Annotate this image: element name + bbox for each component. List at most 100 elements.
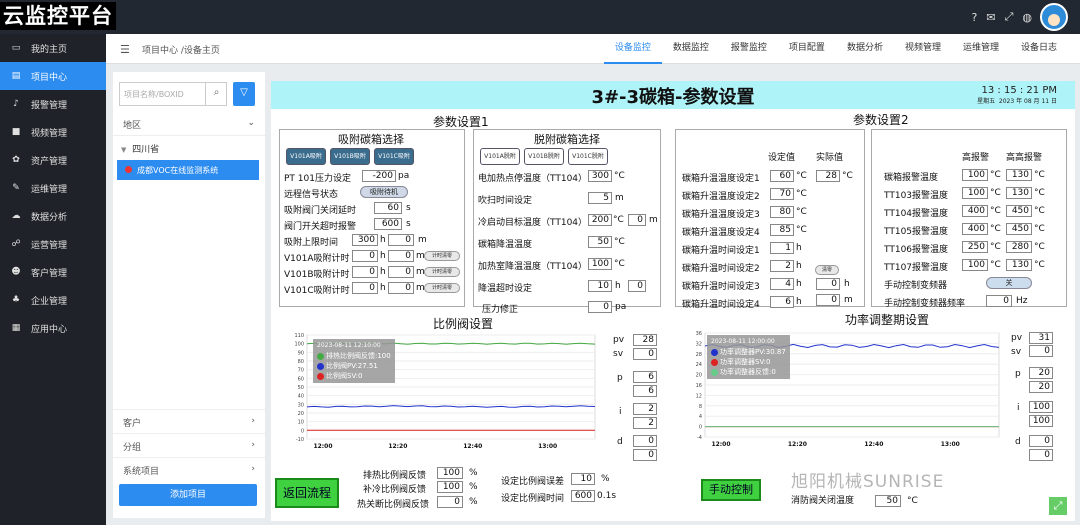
clear-button[interactable]: 清零 (815, 265, 839, 275)
alarm-high-input[interactable]: 100 (962, 169, 988, 181)
power-d-input[interactable]: 0 (1029, 435, 1053, 447)
i-input[interactable]: 2 (633, 403, 657, 415)
alarm-hh-input[interactable]: 130 (1006, 259, 1032, 271)
expand-icon[interactable]: ⤢ (1049, 497, 1067, 515)
timer-clear-button[interactable]: 计时清零 (424, 251, 460, 261)
sidebar-item[interactable]: ▦ 应用中心 (0, 314, 106, 342)
cool-input[interactable]: 200 (588, 214, 612, 226)
help-icon[interactable]: ? (972, 11, 978, 24)
power-i-value: 100 (1029, 415, 1053, 427)
time-input[interactable]: 600 (571, 490, 595, 502)
alarm-high-unit: °C (990, 224, 1001, 234)
sidebar-item[interactable]: ☁ 数据分析 (0, 202, 106, 230)
valve-timeout-input[interactable]: 600 (374, 218, 402, 230)
region-header[interactable]: 地区 ⌄ (113, 112, 265, 136)
limit-h-input[interactable]: 300 (352, 234, 378, 246)
nav-tab[interactable]: 设备监控 (603, 34, 662, 64)
v101c-adsorb-button[interactable]: V101C吸附 (374, 148, 414, 165)
alarm-hh-input[interactable]: 450 (1006, 223, 1032, 235)
pt101-input[interactable]: -200 (362, 170, 396, 182)
nav-tab[interactable]: 视频管理 (894, 34, 952, 64)
nav-tab[interactable]: 设备日志 (1010, 34, 1068, 64)
tree-node-province[interactable]: ▼ 四川省 (121, 142, 159, 155)
nav-tab[interactable]: 项目配置 (778, 34, 836, 64)
fire-input[interactable]: 50 (875, 495, 901, 507)
power-i-input[interactable]: 100 (1029, 401, 1053, 413)
v101c-desorb-button[interactable]: V101C脱附 (568, 148, 608, 165)
alarm-high-input[interactable]: 400 (962, 223, 988, 235)
alarm-row-label: TT104报警温度 (884, 209, 949, 219)
v101a-desorb-button[interactable]: V101A脱附 (480, 148, 520, 165)
globe-icon[interactable]: ◍ (1022, 11, 1032, 24)
heating-row-input[interactable]: 6 (770, 296, 794, 308)
alarm-high-input[interactable]: 100 (962, 187, 988, 199)
press-input[interactable]: 0 (588, 301, 612, 313)
tree-node-project[interactable]: 成都VOC在线监测系统 (117, 160, 259, 180)
heating-row-input[interactable]: 1 (770, 242, 794, 254)
limit-m-input[interactable]: 0 (388, 234, 414, 246)
manual-control-button[interactable]: 手动控制 (701, 479, 761, 501)
heating-row-input[interactable]: 4 (770, 278, 794, 290)
avatar[interactable] (1040, 3, 1068, 31)
cool-temp-input[interactable]: 50 (588, 236, 612, 248)
alarm-hh-input[interactable]: 130 (1006, 187, 1032, 199)
nav-tab[interactable]: 报警监控 (720, 34, 778, 64)
cool-m-unit: m (649, 215, 658, 225)
nav-tab[interactable]: 运维管理 (952, 34, 1010, 64)
heating-row-input[interactable]: 85 (770, 224, 794, 236)
alarm-hh-input[interactable]: 130 (1006, 169, 1032, 181)
add-project-button[interactable]: 添加项目 (119, 484, 257, 506)
sidebar-item[interactable]: ▤ 项目中心 (0, 62, 106, 90)
power-p-input[interactable]: 20 (1029, 367, 1053, 379)
blow-input[interactable]: 5 (588, 192, 612, 204)
filter-icon[interactable]: ▽ (233, 82, 255, 106)
sidebar-item[interactable]: ✎ 运维管理 (0, 174, 106, 202)
alarm-hh-input[interactable]: 280 (1006, 241, 1032, 253)
v101b-adsorb-button[interactable]: V101B吸附 (330, 148, 370, 165)
nav-tab[interactable]: 数据监控 (662, 34, 720, 64)
alarm-high-unit: °C (990, 260, 1001, 270)
fullscreen-icon[interactable]: ⤢ (1005, 10, 1014, 24)
d-input[interactable]: 0 (633, 435, 657, 447)
sidebar-item[interactable]: ☍ 运营管理 (0, 230, 106, 258)
search-icon[interactable]: ⌕ (205, 82, 227, 106)
timer-clear-button[interactable]: 计时清零 (424, 283, 460, 293)
sidebar-item[interactable]: ♣ 企业管理 (0, 286, 106, 314)
heater-stop-input[interactable]: 300 (588, 170, 612, 182)
sidebar-item[interactable]: ▭ 我的主页 (0, 34, 106, 62)
return-flow-button[interactable]: 返回流程 (275, 478, 339, 508)
heat-cool-input[interactable]: 100 (588, 258, 612, 270)
sidebar-item[interactable]: ♪ 报警管理 (0, 90, 106, 118)
alarm-high-input[interactable]: 400 (962, 205, 988, 217)
menu-icon[interactable]: ☰ (120, 43, 130, 56)
group-customer[interactable]: 客户 › (113, 409, 265, 433)
heating-row-input[interactable]: 60 (770, 170, 794, 182)
v101b-desorb-button[interactable]: V101B脱附 (524, 148, 564, 165)
nav-tab[interactable]: 数据分析 (836, 34, 894, 64)
cool-m-input[interactable]: 0 (628, 214, 646, 226)
alarm-hh-input[interactable]: 450 (1006, 205, 1032, 217)
err-input[interactable]: 10 (571, 473, 595, 485)
clock-date: 2023 年 08 月 11 日 (998, 98, 1057, 105)
valve-delay-input[interactable]: 60 (374, 202, 402, 214)
p-input[interactable]: 6 (633, 371, 657, 383)
manual-freq-toggle[interactable]: 关 (986, 277, 1032, 289)
cool-timeout-h-input[interactable]: 10 (588, 280, 612, 292)
group-group[interactable]: 分组 › (113, 433, 265, 457)
cool-timeout-m-input[interactable]: 0 (628, 280, 646, 292)
group-system[interactable]: 系统项目 › (113, 457, 265, 481)
alarm-high-input[interactable]: 100 (962, 259, 988, 271)
sidebar-item[interactable]: ■ 视频管理 (0, 118, 106, 146)
heating-row-input[interactable]: 70 (770, 188, 794, 200)
heating-row-input[interactable]: 2 (770, 260, 794, 272)
manual-freq-input[interactable]: 0 (986, 295, 1012, 307)
legend-dot-icon (317, 362, 324, 370)
mail-icon[interactable]: ✉ (986, 11, 995, 24)
timer-clear-button[interactable]: 计时清零 (424, 267, 460, 277)
heating-row-input[interactable]: 80 (770, 206, 794, 218)
province-label: 四川省 (132, 145, 160, 155)
sidebar-item[interactable]: ☻ 客户管理 (0, 258, 106, 286)
sidebar-item[interactable]: ✿ 资产管理 (0, 146, 106, 174)
alarm-high-input[interactable]: 250 (962, 241, 988, 253)
v101a-adsorb-button[interactable]: V101A吸附 (286, 148, 326, 165)
